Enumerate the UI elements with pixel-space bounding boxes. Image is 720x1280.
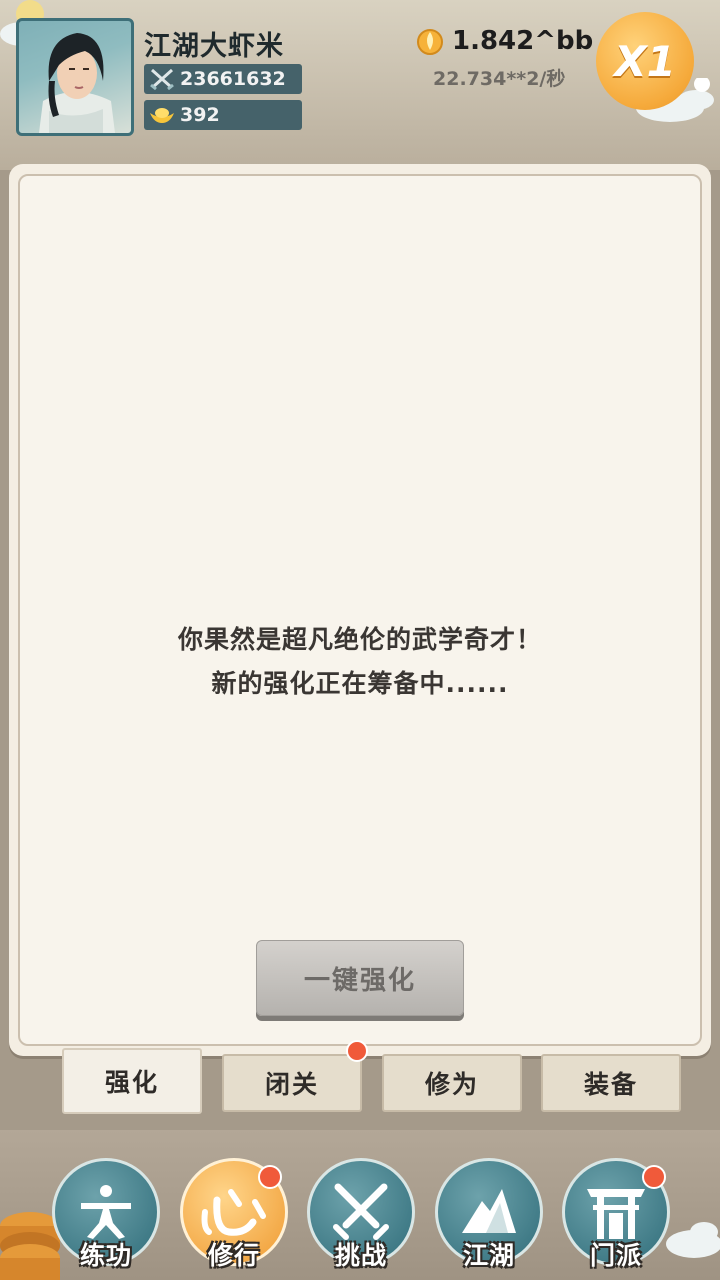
combat-power-stat: 23661632 [144, 64, 302, 94]
crossed-swords-icon [144, 68, 180, 90]
enhance-message-line2: 新的强化正在筹备中...... [211, 669, 509, 698]
player-name: 江湖大虾米 [144, 31, 284, 62]
nav-sect-label: 门派 [589, 1241, 642, 1270]
tab-enhance[interactable]: 强化 [62, 1048, 202, 1114]
gold-display: 1.842^bb [416, 26, 593, 56]
heart-character-icon [201, 1189, 266, 1236]
speed-multiplier-button[interactable]: X1 [596, 12, 694, 110]
one-key-enhance-button[interactable]: 一键强化 [256, 940, 464, 1016]
gold-ingot-icon [144, 105, 180, 125]
nav-challenge-label: 挑战 [334, 1241, 387, 1270]
nav-cultivate-label: 修行 [207, 1241, 260, 1270]
nav-jianghu-label: 江湖 [462, 1241, 515, 1270]
combat-power-value: 23661632 [180, 68, 286, 90]
nav-practice-label: 练功 [79, 1241, 132, 1270]
gold-value: 1.842^bb [452, 26, 594, 56]
nav-cultivate-badge [258, 1165, 282, 1189]
portrait-icon [39, 33, 115, 133]
tab-seclusion[interactable]: 闭关 [222, 1054, 362, 1112]
tab-cultivation[interactable]: 修为 [382, 1054, 522, 1112]
player-avatar[interactable] [16, 18, 134, 136]
nav-sect-badge [642, 1165, 666, 1189]
gold-rate: 22.734**2/秒 [433, 68, 566, 90]
enhance-panel [18, 174, 702, 1046]
tab-equipment[interactable]: 装备 [541, 1054, 681, 1112]
enhance-message-line1: 你果然是超凡绝伦的武学奇才！ [177, 625, 542, 654]
ingot-stat: 392 [144, 100, 302, 130]
cloud-decoration-icon [666, 1222, 720, 1258]
tab-seclusion-badge [346, 1040, 368, 1062]
gold-coin-flame-icon [417, 29, 443, 55]
ingot-value: 392 [180, 104, 220, 126]
